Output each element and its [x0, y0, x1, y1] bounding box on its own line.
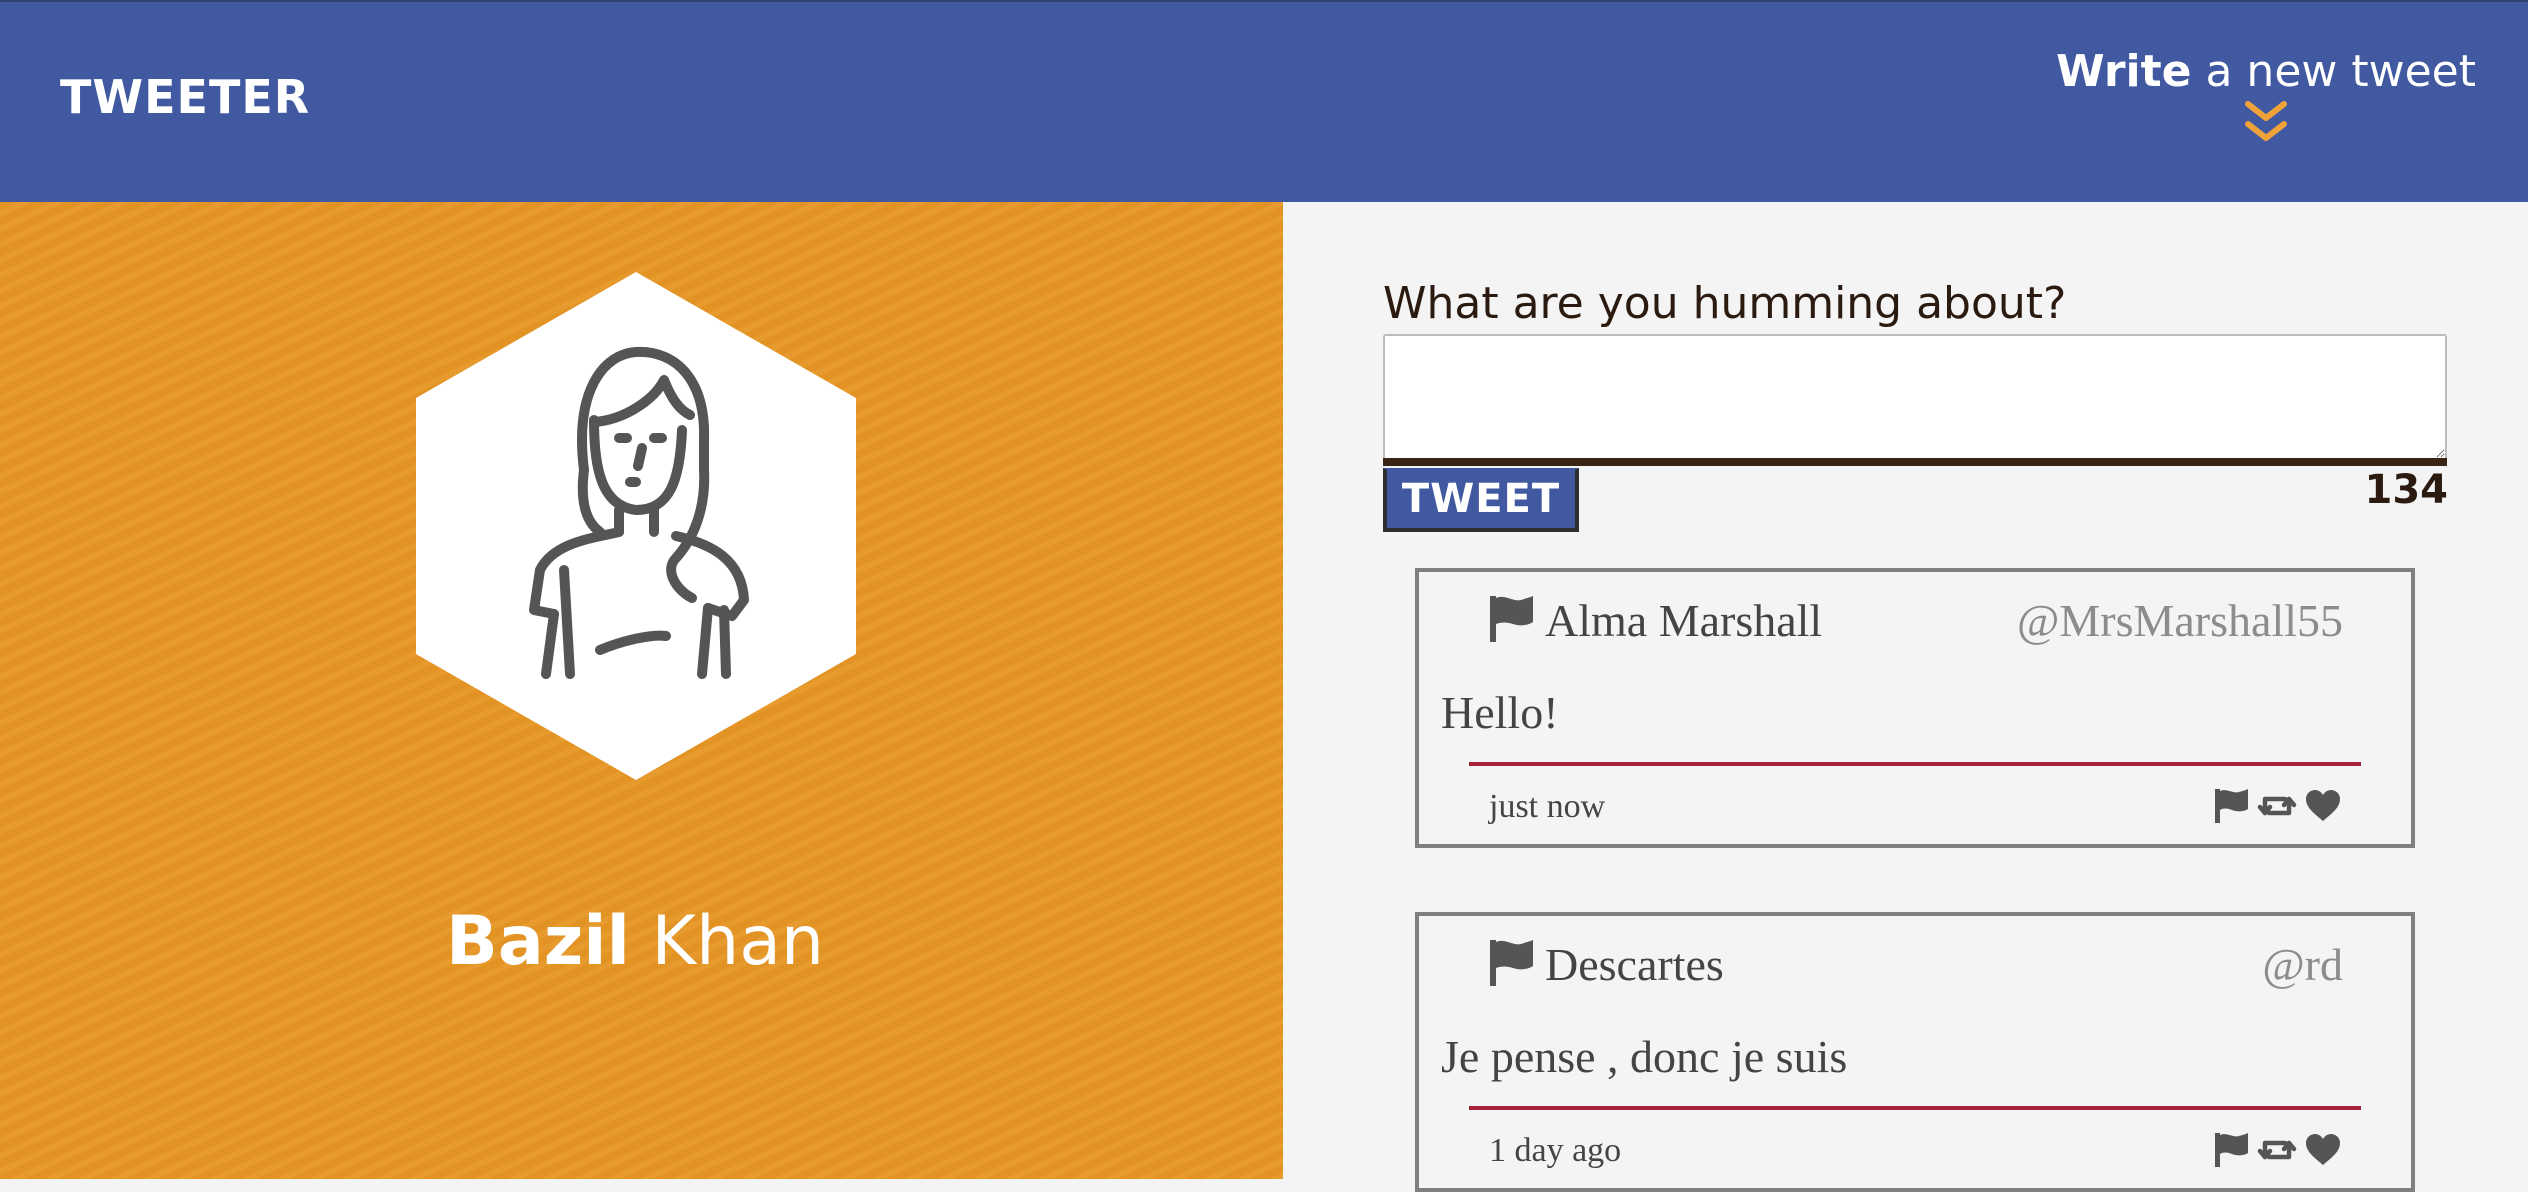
compose-label: What are you humming about?: [1383, 278, 2067, 329]
tweet-input[interactable]: [1383, 334, 2447, 458]
flag-icon: [1490, 940, 1533, 986]
tweet-submit-button[interactable]: TWEET: [1383, 468, 1579, 532]
tweet-header: Descartes @rd: [1487, 934, 2343, 994]
profile-first-name: Bazil: [446, 902, 630, 981]
heart-icon[interactable]: [2303, 1131, 2343, 1169]
tweet-author-handle: @MrsMarshall55: [2017, 595, 2343, 646]
tweet-card: Alma Marshall @MrsMarshall55 Hello! just…: [1415, 568, 2415, 848]
tweet-author-name: Alma Marshall: [1545, 595, 1823, 646]
tweet-divider: [1469, 1106, 2361, 1110]
tweet-header: Alma Marshall @MrsMarshall55: [1487, 590, 2343, 650]
tweet-author-name: Descartes: [1545, 939, 1724, 990]
retweet-icon[interactable]: [2257, 1131, 2297, 1169]
write-new-tweet-label[interactable]: Write a new tweet: [2056, 50, 2476, 94]
retweet-icon[interactable]: [2257, 787, 2297, 825]
profile-last-name: Khan: [629, 902, 824, 981]
profile-panel: Bazil Khan: [0, 202, 1283, 1179]
write-new-tweet-bold: Write: [2056, 46, 2192, 97]
write-new-tweet-rest: a new tweet: [2191, 46, 2476, 97]
double-chevron-down-icon[interactable]: [2244, 100, 2288, 146]
tweet-timestamp: just now: [1489, 788, 1606, 825]
heart-icon[interactable]: [2303, 787, 2343, 825]
profile-name: Bazil Khan: [0, 908, 1270, 976]
tweet-timestamp: 1 day ago: [1489, 1132, 1622, 1169]
main-content: What are you humming about? TWEET 134 Al…: [1283, 202, 2528, 1192]
flag-icon[interactable]: [2211, 787, 2251, 825]
tweet-actions: [2211, 786, 2343, 826]
top-nav: TWEETER Write a new tweet: [0, 0, 2528, 202]
brand-logo[interactable]: TWEETER: [60, 74, 310, 120]
tweet-content: Hello!: [1441, 687, 1559, 738]
flag-icon[interactable]: [2211, 1131, 2251, 1169]
character-counter: 134: [2364, 467, 2449, 513]
tweet-actions: [2211, 1130, 2343, 1170]
tweet-content: Je pense , donc je suis: [1441, 1031, 1848, 1082]
tweet-card: Descartes @rd Je pense , donc je suis 1 …: [1415, 912, 2415, 1192]
flag-icon: [1490, 596, 1533, 642]
avatar: [416, 272, 856, 780]
tweet-divider: [1469, 762, 2361, 766]
write-new-tweet-toggle[interactable]: Write a new tweet: [2056, 50, 2476, 146]
tweet-author-handle: @rd: [2262, 939, 2343, 990]
compose-divider: [1383, 458, 2447, 466]
